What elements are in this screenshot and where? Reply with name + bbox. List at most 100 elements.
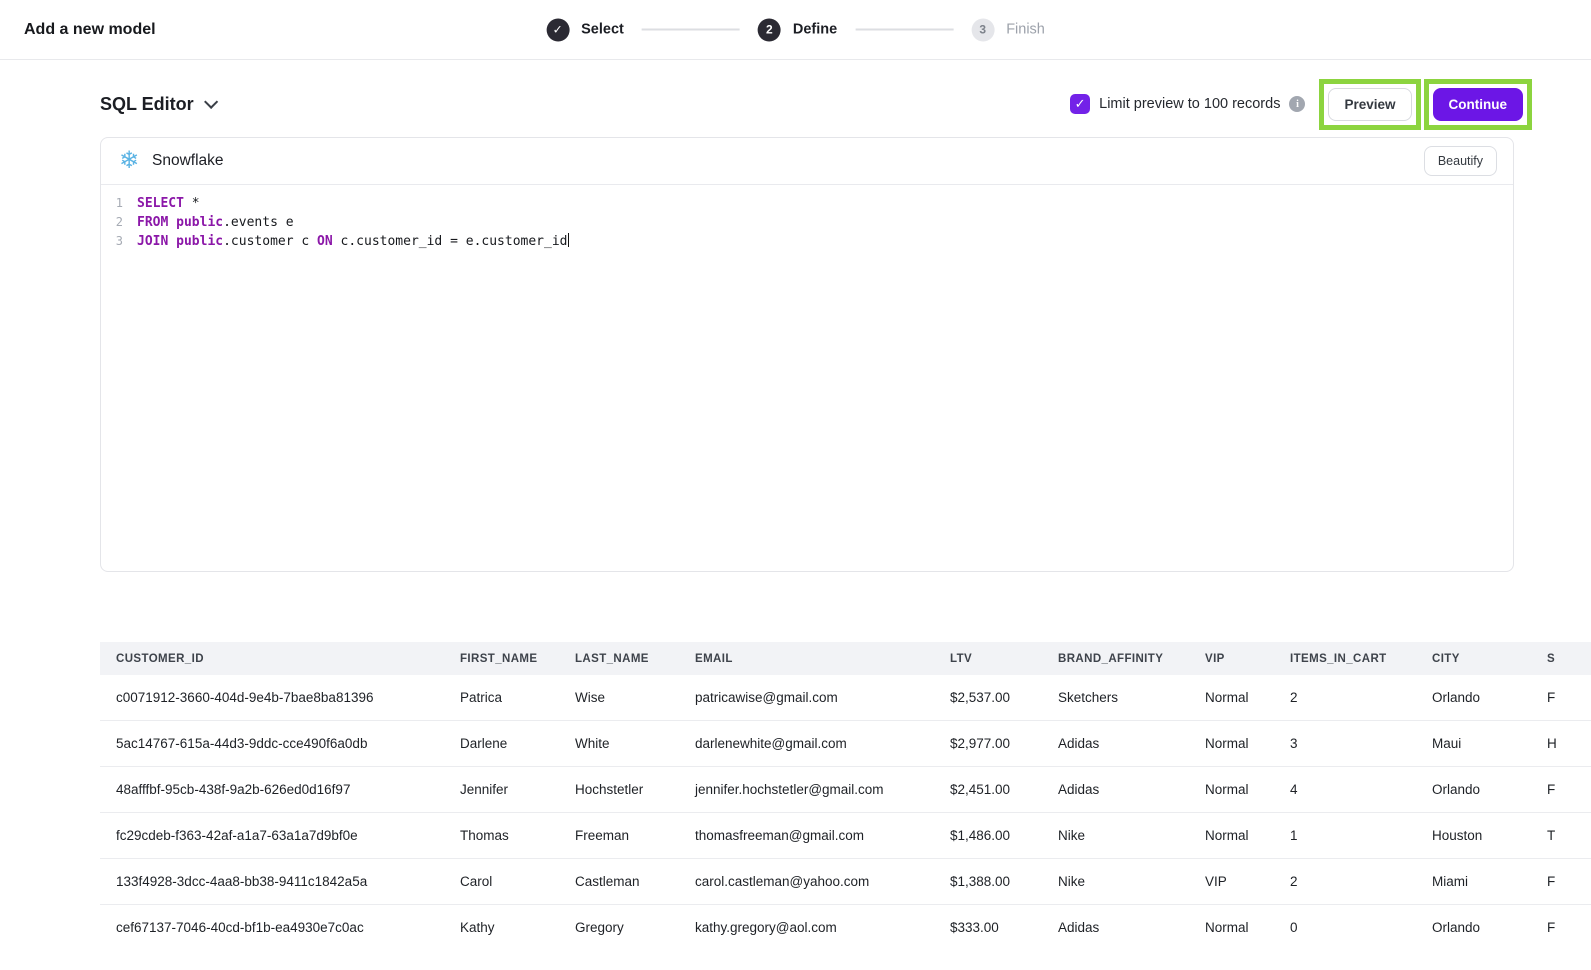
table-cell: Sketchers — [1042, 675, 1189, 721]
table-cell: Miami — [1416, 859, 1531, 905]
table-cell: $2,537.00 — [934, 675, 1042, 721]
sql-text: .events e — [223, 215, 293, 230]
editor-header: ❄ Snowflake Beautify — [101, 138, 1513, 185]
table-cell: 48afffbf-95cb-438f-9a2b-626ed0d16f97 — [100, 767, 444, 813]
code-line[interactable]: 1SELECT * — [101, 194, 1513, 213]
table-cell: Darlene — [444, 721, 559, 767]
table-cell: White — [559, 721, 679, 767]
table-cell: F — [1531, 859, 1591, 905]
table-cell: $2,451.00 — [934, 767, 1042, 813]
table-row: c0071912-3660-404d-9e4b-7bae8ba81396Patr… — [100, 675, 1591, 721]
table-cell: Nike — [1042, 813, 1189, 859]
line-number: 3 — [101, 232, 123, 251]
page-title: Add a new model — [24, 21, 156, 39]
beautify-button[interactable]: Beautify — [1424, 146, 1497, 176]
limit-preview-group: ✓ Limit preview to 100 records i — [1070, 94, 1305, 114]
step-select[interactable]: ✓ Select — [546, 18, 624, 41]
table-cell: thomasfreeman@gmail.com — [679, 813, 934, 859]
sql-keyword: public — [176, 215, 223, 230]
sql-code-editor[interactable]: 1SELECT *2FROM public.events e3 JOIN publ… — [101, 185, 1513, 571]
column-header: FIRST_NAME — [444, 642, 559, 675]
code-line[interactable]: 3JOIN public.customer c ON c.customer_id… — [101, 232, 1513, 251]
table-cell: Houston — [1416, 813, 1531, 859]
toolbar-actions: ✓ Limit preview to 100 records i Preview… — [1070, 79, 1532, 130]
table-cell: 4 — [1274, 767, 1416, 813]
chevron-down-icon — [204, 95, 218, 109]
table-cell: Patrica — [444, 675, 559, 721]
column-header: VIP — [1189, 642, 1274, 675]
table-cell: F — [1531, 767, 1591, 813]
table-cell: Jennifer — [444, 767, 559, 813]
snowflake-icon: ❄ — [117, 149, 141, 173]
source-connector: ❄ Snowflake — [117, 149, 224, 173]
column-header: BRAND_AFFINITY — [1042, 642, 1189, 675]
table-cell: Orlando — [1416, 905, 1531, 951]
code-text: FROM public.events e — [123, 213, 294, 232]
limit-preview-label: Limit preview to 100 records — [1099, 96, 1280, 112]
table-cell: Hochstetler — [559, 767, 679, 813]
text-cursor — [568, 233, 570, 247]
table-cell: 133f4928-3dcc-4aa8-bb38-9411c1842a5a — [100, 859, 444, 905]
table-cell: kathy.gregory@aol.com — [679, 905, 934, 951]
table-cell: Thomas — [444, 813, 559, 859]
stepper-connector — [855, 29, 953, 31]
step-define[interactable]: 2 Define — [758, 18, 837, 41]
code-text: SELECT * — [123, 194, 200, 213]
editor-toolbar: SQL Editor ✓ Limit preview to 100 record… — [100, 80, 1532, 128]
table-cell: Adidas — [1042, 905, 1189, 951]
column-header: S — [1531, 642, 1591, 675]
sql-text: c.customer_id = e.customer_id — [333, 234, 568, 249]
table-cell: $333.00 — [934, 905, 1042, 951]
table-cell: Normal — [1189, 905, 1274, 951]
top-bar: Add a new model ✓ Select 2 Define 3 Fini… — [0, 0, 1591, 60]
table-cell: c0071912-3660-404d-9e4b-7bae8ba81396 — [100, 675, 444, 721]
column-header: LAST_NAME — [559, 642, 679, 675]
table-cell: Normal — [1189, 675, 1274, 721]
step-finish-label: Finish — [1006, 22, 1045, 38]
wizard-stepper: ✓ Select 2 Define 3 Finish — [546, 18, 1045, 41]
preview-button[interactable]: Preview — [1328, 88, 1411, 121]
column-header: CITY — [1416, 642, 1531, 675]
line-number: 2 — [101, 213, 123, 232]
table-cell: darlenewhite@gmail.com — [679, 721, 934, 767]
table-cell: fc29cdeb-f363-42af-a1a7-63a1a7d9bf0e — [100, 813, 444, 859]
table-cell: 3 — [1274, 721, 1416, 767]
table-cell: cef67137-7046-40cd-bf1b-ea4930e7c0ac — [100, 905, 444, 951]
query-mode-dropdown[interactable]: SQL Editor — [100, 94, 214, 115]
table-cell: H — [1531, 721, 1591, 767]
sql-editor-card: ❄ Snowflake Beautify 1SELECT *2FROM publ… — [100, 137, 1514, 572]
table-cell: Carol — [444, 859, 559, 905]
info-icon[interactable]: i — [1289, 96, 1305, 112]
step-finish: 3 Finish — [971, 18, 1045, 41]
table-cell: jennifer.hochstetler@gmail.com — [679, 767, 934, 813]
table-cell: $1,388.00 — [934, 859, 1042, 905]
table-cell: Normal — [1189, 813, 1274, 859]
table-cell: Orlando — [1416, 675, 1531, 721]
sql-keyword: ON — [317, 234, 333, 249]
table-row: 48afffbf-95cb-438f-9a2b-626ed0d16f97Jenn… — [100, 767, 1591, 813]
table-header: CUSTOMER_IDFIRST_NAMELAST_NAMEEMAILLTVBR… — [100, 642, 1591, 675]
column-header: EMAIL — [679, 642, 934, 675]
continue-button[interactable]: Continue — [1433, 88, 1524, 121]
code-line[interactable]: 2FROM public.events e — [101, 213, 1513, 232]
table-cell: F — [1531, 675, 1591, 721]
annotation-highlight-preview: Preview — [1319, 79, 1420, 130]
sql-text: * — [184, 196, 200, 211]
step-select-label: Select — [581, 22, 624, 38]
table-cell: F — [1531, 905, 1591, 951]
sql-keyword: JOIN — [137, 234, 168, 249]
check-icon: ✓ — [553, 24, 563, 36]
table-row: 133f4928-3dcc-4aa8-bb38-9411c1842a5aCaro… — [100, 859, 1591, 905]
table-cell: Normal — [1189, 721, 1274, 767]
table-body: c0071912-3660-404d-9e4b-7bae8ba81396Patr… — [100, 675, 1591, 950]
annotation-highlight-continue: Continue — [1424, 79, 1533, 130]
table-cell: $2,977.00 — [934, 721, 1042, 767]
table-row: fc29cdeb-f363-42af-a1a7-63a1a7d9bf0eThom… — [100, 813, 1591, 859]
column-header: ITEMS_IN_CART — [1274, 642, 1416, 675]
sql-text — [168, 215, 176, 230]
table-cell: Orlando — [1416, 767, 1531, 813]
limit-preview-checkbox[interactable]: ✓ — [1070, 94, 1090, 114]
line-number: 1 — [101, 194, 123, 213]
sql-text — [168, 234, 176, 249]
table-row: cef67137-7046-40cd-bf1b-ea4930e7c0acKath… — [100, 905, 1591, 951]
